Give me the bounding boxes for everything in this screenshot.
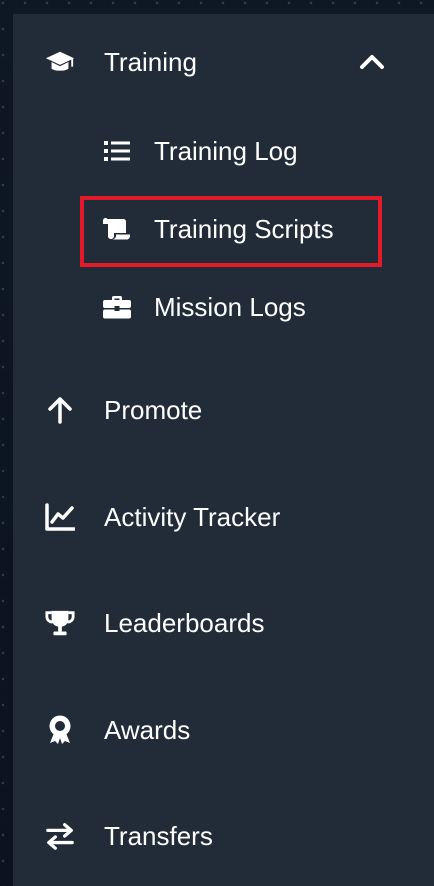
chevron-up-icon[interactable] (356, 46, 388, 78)
exchange-icon (45, 821, 75, 851)
sidebar-subitem-training-scripts[interactable]: Training Scripts (13, 205, 434, 253)
arrow-up-icon (45, 395, 75, 425)
sidebar-subitem-mission-logs[interactable]: Mission Logs (13, 283, 434, 331)
sidebar-item-training[interactable]: Training (13, 38, 434, 86)
sidebar-subitem-label: Training Scripts (154, 214, 334, 244)
sidebar-subitem-training-log[interactable]: Training Log (13, 127, 434, 175)
sidebar-item-transfers[interactable]: Transfers (13, 812, 434, 860)
briefcase-icon (103, 293, 131, 321)
sidebar-item-awards[interactable]: Awards (13, 706, 434, 754)
sidebar-item-label: Training (104, 47, 197, 77)
line-chart-icon (45, 502, 75, 532)
award-icon (45, 715, 75, 745)
trophy-icon (45, 608, 75, 638)
sidebar-subitem-label: Training Log (154, 136, 298, 166)
sidebar-item-promote[interactable]: Promote (13, 386, 434, 434)
sidebar-item-label: Activity Tracker (104, 502, 281, 532)
scroll-icon (103, 215, 131, 243)
sidebar-nav: Training Training Log Training Scripts M… (13, 14, 434, 886)
sidebar-item-activity-tracker[interactable]: Activity Tracker (13, 493, 434, 541)
sidebar-item-label: Promote (104, 395, 203, 425)
sidebar-item-leaderboards[interactable]: Leaderboards (13, 599, 434, 647)
sidebar-item-label: Transfers (104, 821, 213, 851)
sidebar-subitem-label: Mission Logs (154, 292, 306, 322)
sidebar-item-label: Awards (104, 715, 191, 745)
graduation-cap-icon (45, 47, 75, 77)
list-icon (103, 137, 131, 165)
sidebar-item-label: Leaderboards (104, 608, 265, 638)
